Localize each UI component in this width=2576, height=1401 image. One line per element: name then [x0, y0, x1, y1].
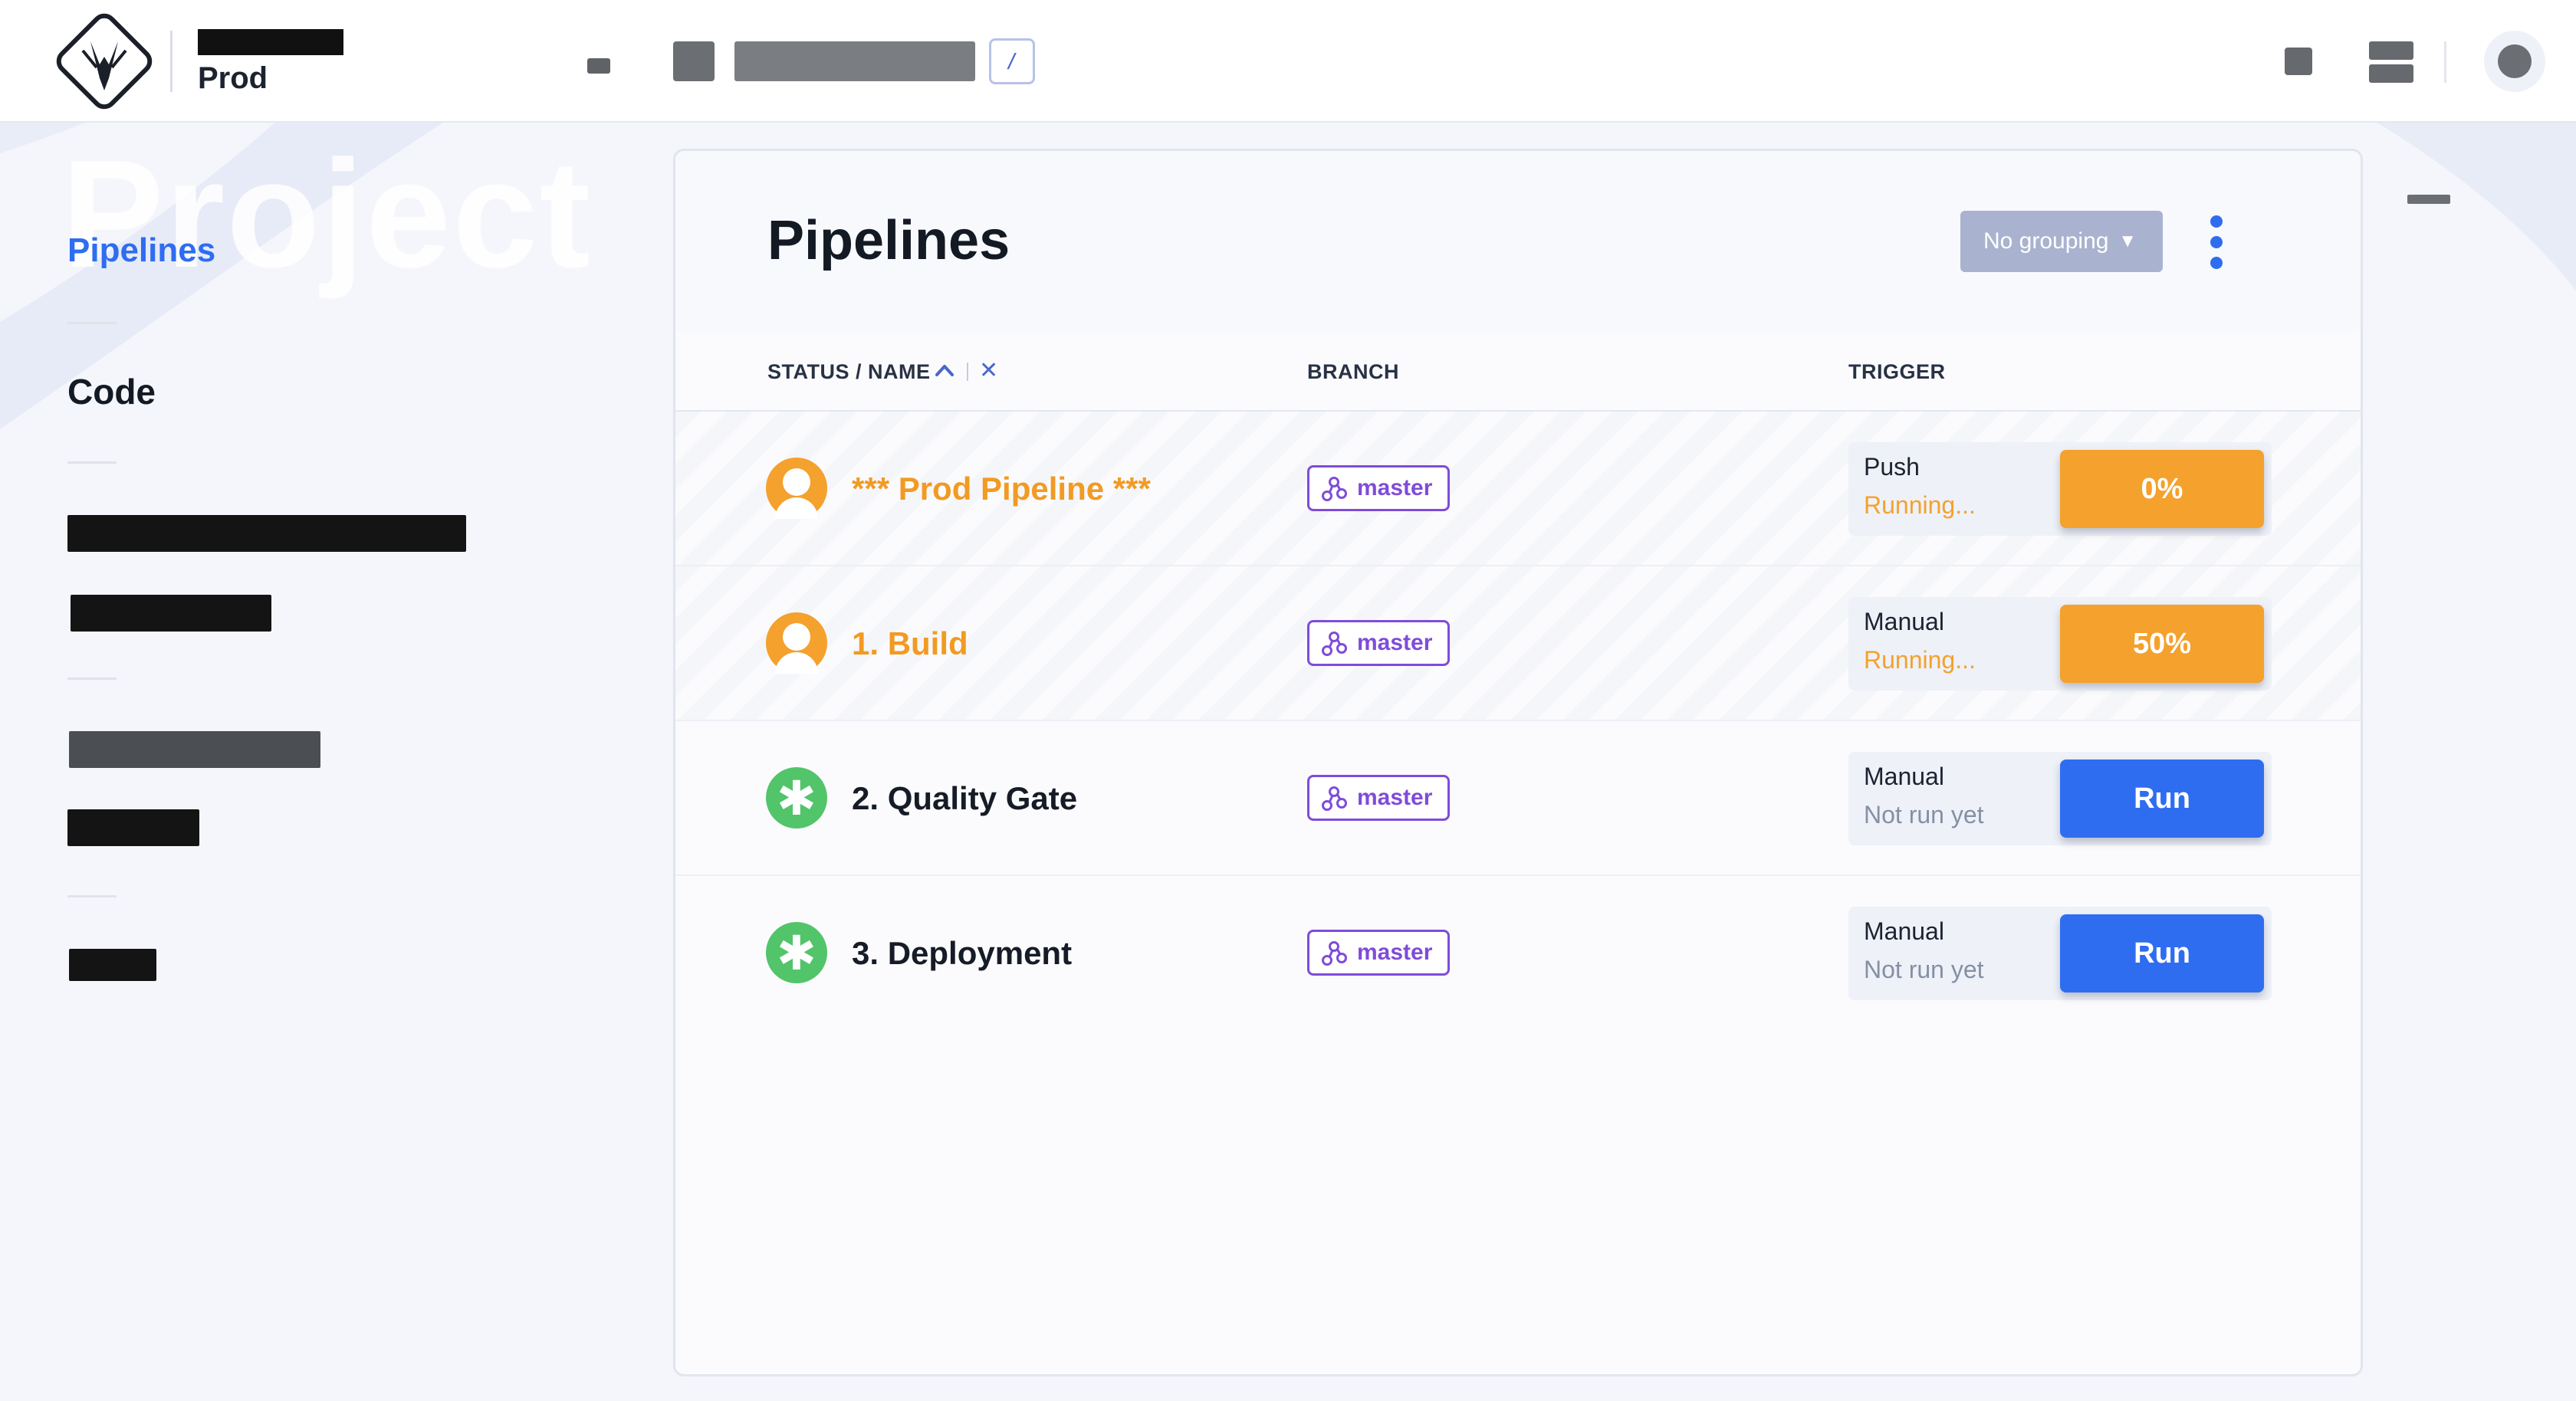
column-header-branch: BRANCH [1307, 360, 1399, 383]
trigger-type: Manual [1864, 608, 1944, 635]
run-state: Not run yet [1864, 801, 1984, 828]
project-name[interactable]: Prod [198, 61, 268, 96]
progress-button[interactable]: 0% [2060, 450, 2264, 528]
branch-icon [1322, 632, 1347, 656]
branch-badge[interactable]: master [1307, 775, 1451, 821]
branch-name: master [1357, 475, 1433, 500]
breadcrumb-project-icon[interactable] [673, 41, 715, 81]
running-status-icon [766, 458, 827, 519]
trigger-type: Manual [1864, 917, 1944, 945]
top-divider [2444, 41, 2446, 83]
trigger-type: Manual [1864, 763, 1944, 790]
logo-divider [170, 31, 172, 92]
run-state: Running... [1864, 646, 1976, 674]
asterisk-icon: ✱ [766, 767, 827, 828]
grouping-dropdown[interactable]: No grouping ▼ [1960, 211, 2163, 272]
sidebar-item-code[interactable]: Code [67, 371, 156, 412]
branch-icon [1322, 941, 1347, 966]
grouping-label: No grouping [1983, 228, 2109, 254]
sidebar-separator [67, 461, 117, 464]
breadcrumb-redacted[interactable] [734, 41, 975, 81]
table-row[interactable]: ✱ 3. Deployment master Manual Not run ye… [675, 876, 2361, 1031]
sort-divider [967, 363, 968, 381]
top-bar: Prod / [0, 0, 2576, 123]
sidebar: Project Pipelines Code [0, 123, 659, 1401]
branch-icon [1322, 786, 1347, 811]
run-button[interactable]: Run [2060, 914, 2264, 993]
run-state: Running... [1864, 491, 1976, 519]
sidebar-separator [67, 678, 117, 680]
branch-icon [1322, 477, 1347, 501]
sidebar-separator [67, 895, 117, 897]
asterisk-icon: ✱ [766, 922, 827, 983]
branch-badge[interactable]: master [1307, 620, 1451, 666]
sidebar-item-redacted[interactable] [69, 949, 156, 981]
card-header: Pipelines No grouping ▼ [675, 151, 2361, 333]
clear-sort-icon[interactable]: ✕ [979, 358, 998, 384]
branch-name: master [1357, 630, 1433, 655]
avatar[interactable] [2484, 31, 2545, 92]
pipelines-card: Pipelines No grouping ▼ STATUS / NAME ✕ … [673, 149, 2363, 1376]
sidebar-separator [67, 322, 117, 324]
collapse-panel-handle[interactable] [2407, 195, 2450, 204]
run-button[interactable]: Run [2060, 760, 2264, 838]
pipeline-name[interactable]: 2. Quality Gate [852, 721, 1077, 876]
table-row[interactable]: ✱ 2. Quality Gate master Manual Not run … [675, 721, 2361, 876]
sidebar-item-redacted[interactable] [67, 515, 466, 552]
table-header: STATUS / NAME ✕ BRANCH TRIGGER [675, 332, 2361, 412]
pipeline-name[interactable]: 1. Build [852, 566, 968, 721]
breadcrumb-icon[interactable] [587, 58, 610, 74]
table-row[interactable]: *** Prod Pipeline *** master Push Runnin… [675, 412, 2361, 566]
search-shortcut-key[interactable]: / [989, 38, 1035, 84]
branch-badge[interactable]: master [1307, 465, 1451, 511]
branch-name: master [1357, 785, 1433, 810]
page-title: Pipelines [767, 210, 1010, 271]
pipeline-name[interactable]: 3. Deployment [852, 876, 1072, 1031]
column-header-trigger: TRIGGER [1848, 360, 1946, 383]
notifications-icon[interactable] [2285, 48, 2312, 75]
running-status-icon [766, 612, 827, 674]
logo-icon[interactable] [51, 11, 158, 112]
sidebar-item-redacted[interactable] [69, 731, 320, 768]
org-title-redacted [198, 29, 343, 55]
trigger-type: Push [1864, 453, 1920, 481]
branch-badge[interactable]: master [1307, 930, 1451, 976]
run-state: Not run yet [1864, 956, 1984, 983]
table-row[interactable]: 1. Build master Manual Running... 50% [675, 566, 2361, 721]
branch-name: master [1357, 940, 1433, 965]
pipeline-name[interactable]: *** Prod Pipeline *** [852, 412, 1151, 566]
kebab-menu-icon[interactable] [2207, 215, 2226, 269]
chevron-up-icon[interactable] [933, 359, 956, 382]
sidebar-item-redacted[interactable] [67, 809, 199, 846]
progress-button[interactable]: 50% [2060, 605, 2264, 683]
sidebar-item-redacted[interactable] [71, 595, 271, 632]
apps-grid-icon[interactable] [2369, 41, 2413, 83]
sidebar-item-pipelines[interactable]: Pipelines [67, 231, 215, 270]
chevron-down-icon: ▼ [2118, 231, 2137, 251]
column-header-status-name[interactable]: STATUS / NAME [767, 332, 931, 412]
